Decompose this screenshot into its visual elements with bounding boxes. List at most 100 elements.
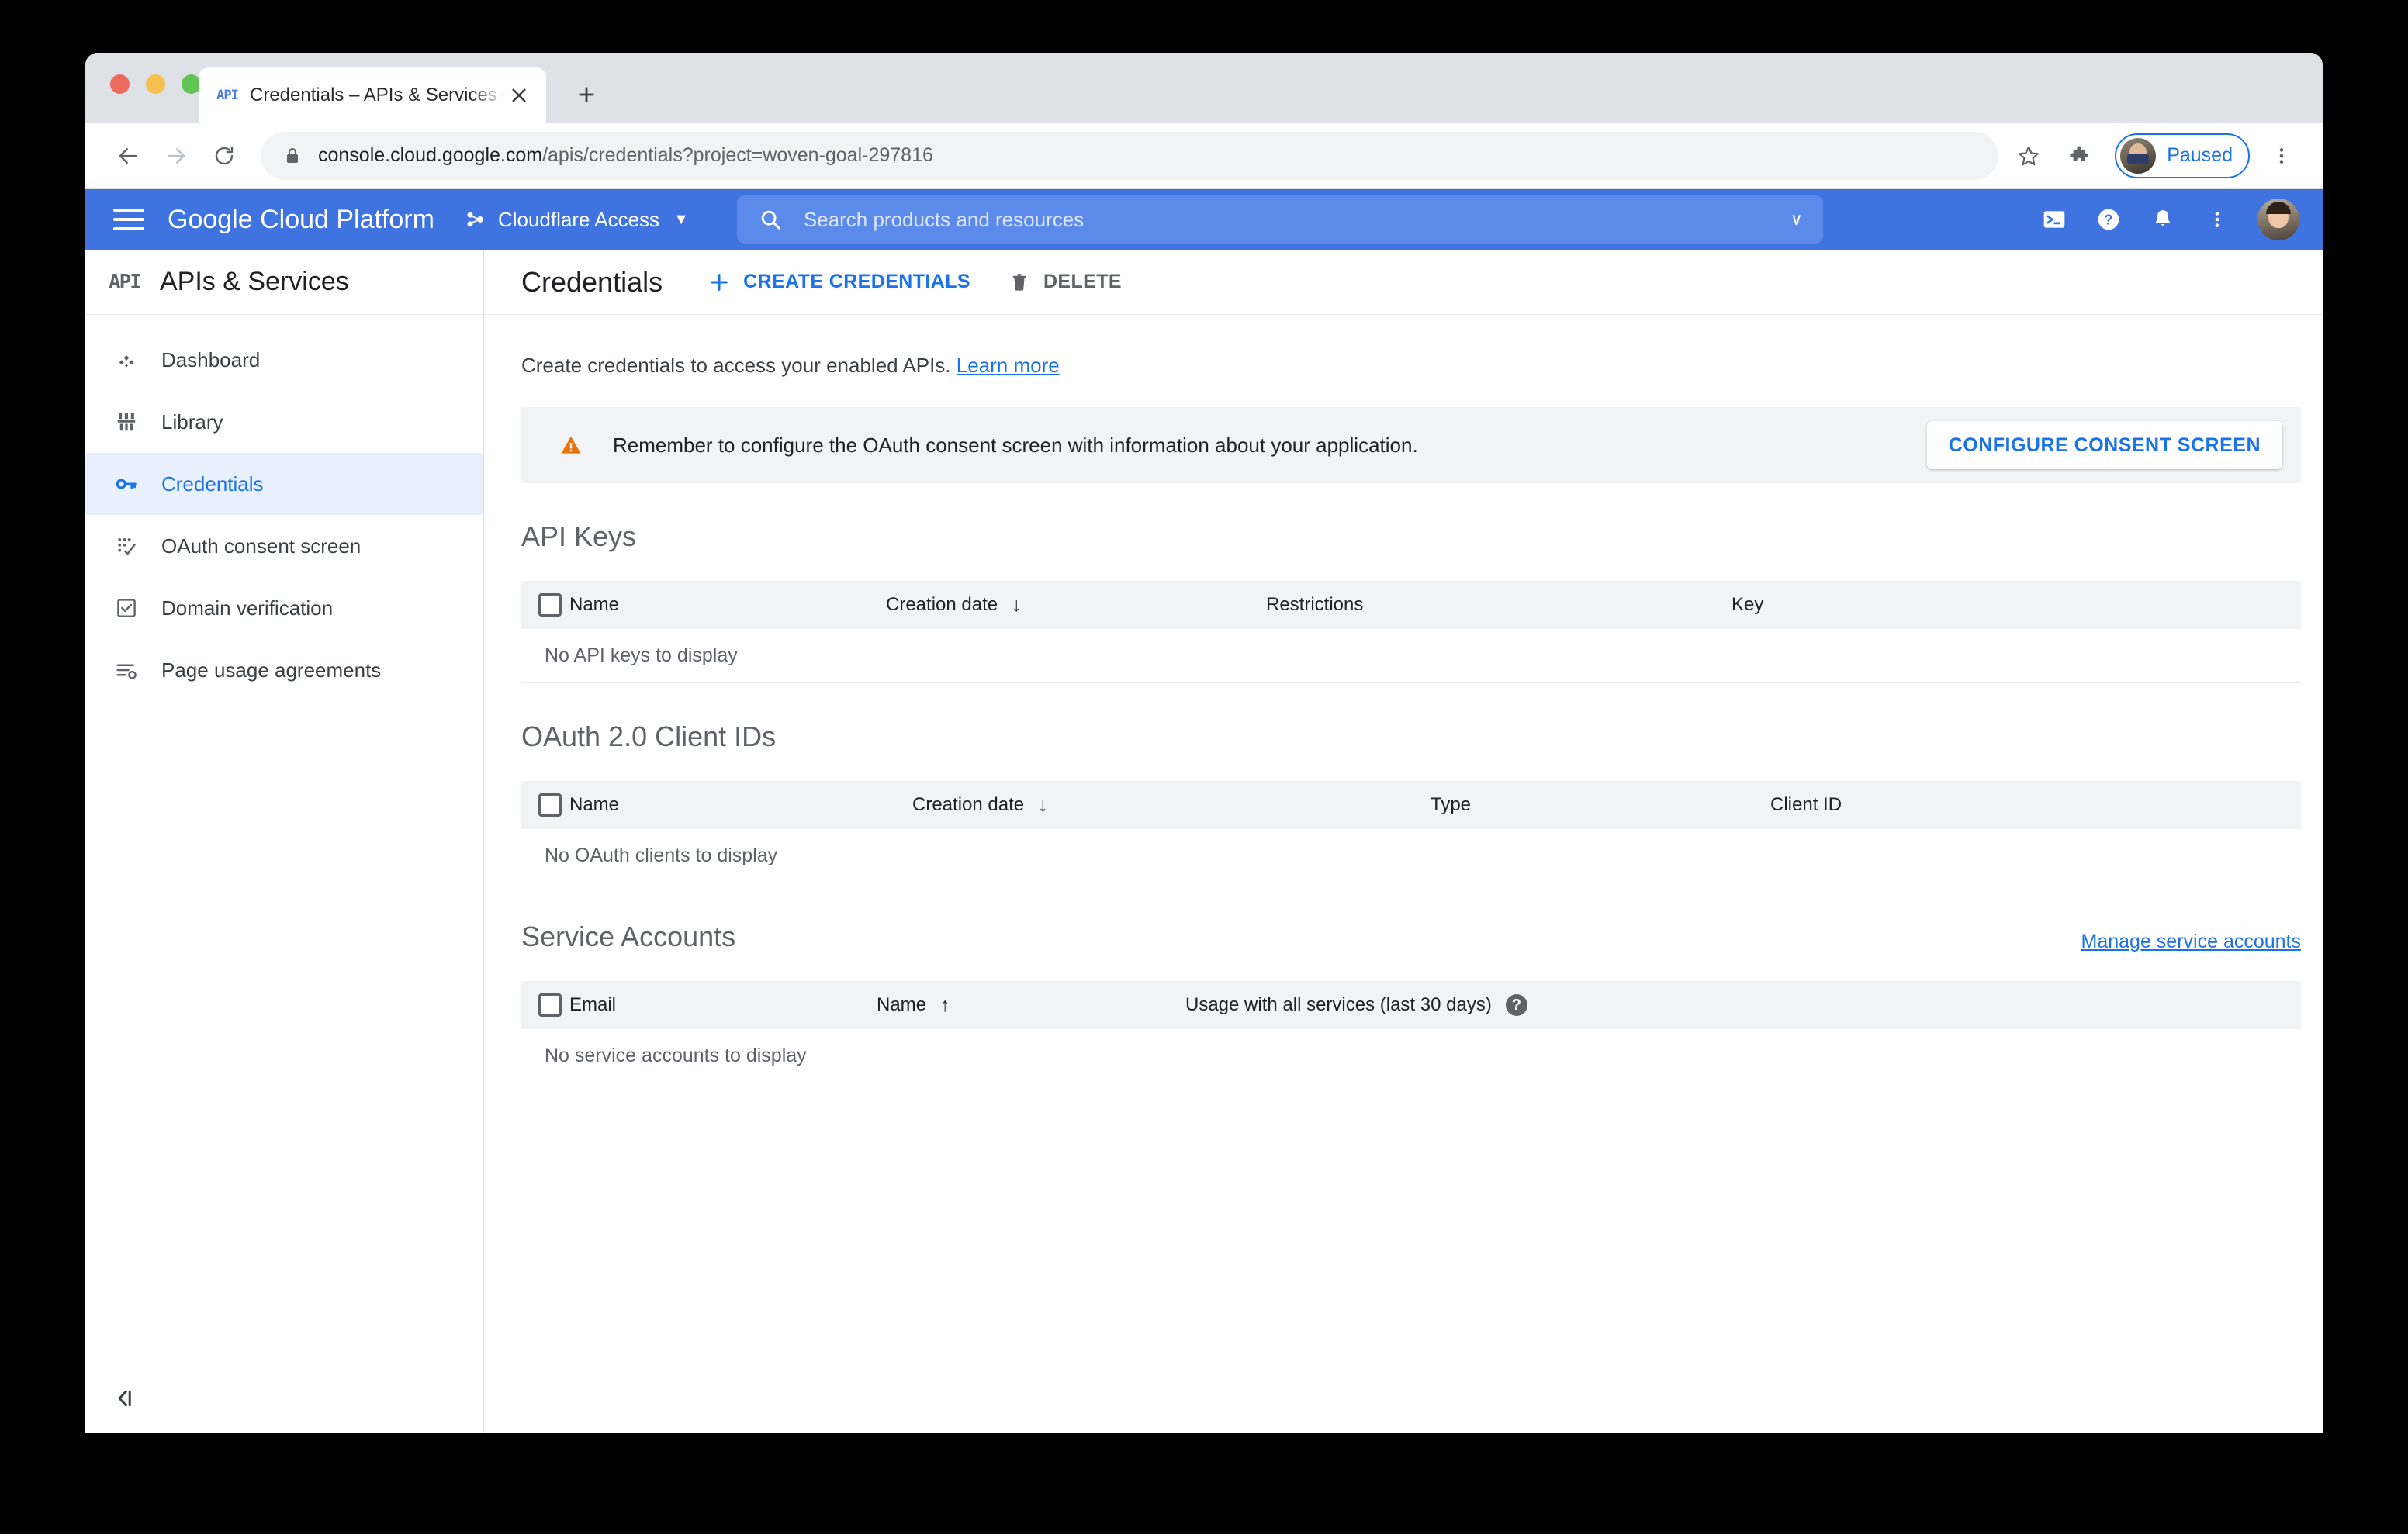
- sort-arrow-up-icon: ↑: [940, 993, 950, 1016]
- delete-button[interactable]: DELETE: [1006, 269, 1122, 295]
- sidebar-item-credentials[interactable]: Credentials: [85, 453, 483, 515]
- dashboard-icon: [109, 348, 144, 371]
- column-header-creation-date[interactable]: Creation date ↓: [912, 794, 1431, 817]
- sidebar-item-label: Dashboard: [161, 347, 261, 371]
- select-all-checkbox[interactable]: [521, 593, 569, 617]
- address-bar[interactable]: console.cloud.google.com/apis/credential…: [261, 131, 1999, 180]
- avatar: [2120, 137, 2157, 174]
- intro-text: Create credentials to access your enable…: [521, 354, 2285, 378]
- gcp-header: Google Cloud Platform Cloudflare Access …: [85, 189, 2323, 250]
- sidebar-item-page-usage-agreements[interactable]: Page usage agreements: [85, 639, 483, 701]
- key-icon: [109, 472, 144, 496]
- sidebar-nav: Dashboard Library Credentials OAuth cons…: [85, 315, 483, 701]
- service-accounts-table: Email Name ↑ Usage with all services (la…: [521, 981, 2301, 1083]
- project-selector[interactable]: Cloudflare Access ▼: [464, 208, 689, 232]
- sidebar-item-library[interactable]: Library: [85, 391, 483, 453]
- select-all-checkbox[interactable]: [521, 993, 569, 1017]
- gcp-brand-title[interactable]: Google Cloud Platform: [168, 205, 434, 235]
- sort-arrow-down-icon: ↓: [1012, 593, 1022, 616]
- oauth-consent-icon: [109, 534, 144, 558]
- new-tab-button[interactable]: [566, 74, 607, 115]
- column-header-type[interactable]: Type: [1431, 794, 1770, 816]
- svg-text:?: ?: [2104, 212, 2112, 228]
- sidebar: API APIs & Services Dashboard Library Cr…: [85, 250, 484, 1433]
- profile-status-label: Paused: [2167, 144, 2233, 166]
- consent-screen-banner: Remember to configure the OAuth consent …: [521, 407, 2301, 483]
- search-placeholder: Search products and resources: [803, 207, 1085, 231]
- column-header-name[interactable]: Name: [569, 794, 912, 816]
- page-body: API APIs & Services Dashboard Library Cr…: [85, 250, 2323, 1433]
- close-window-button[interactable]: [110, 74, 130, 94]
- gcp-header-actions: ?: [2033, 198, 2299, 241]
- sidebar-item-label: Library: [161, 409, 223, 434]
- help-circle-icon[interactable]: ?: [1505, 994, 1527, 1016]
- sidebar-collapse-button[interactable]: [85, 1363, 483, 1433]
- chevron-down-icon: ▼: [673, 210, 689, 228]
- empty-state-row: No API keys to display: [521, 629, 2301, 683]
- reload-icon[interactable]: [200, 132, 248, 180]
- column-header-email[interactable]: Email: [569, 994, 877, 1016]
- configure-consent-screen-button[interactable]: CONFIGURE CONSENT SCREEN: [1926, 421, 2282, 469]
- browser-tab[interactable]: API Credentials – APIs & Services –: [199, 67, 546, 123]
- page-header: Credentials CREATE CREDENTIALS DELETE: [484, 250, 2323, 315]
- section-title: Service Accounts: [521, 921, 736, 952]
- profile-pill[interactable]: Paused: [2115, 133, 2250, 178]
- banner-message: Remember to configure the OAuth consent …: [613, 433, 1418, 457]
- tab-title: Credentials – APIs & Services –: [250, 84, 506, 105]
- section-service-accounts: Service Accounts Manage service accounts…: [521, 921, 2301, 1083]
- forward-arrow-icon[interactable]: [152, 132, 200, 180]
- main-body: Create credentials to access your enable…: [484, 354, 2323, 1083]
- search-expand-chevron-icon[interactable]: ∨: [1790, 209, 1803, 230]
- hamburger-menu-icon[interactable]: [107, 198, 150, 241]
- three-dot-menu-icon[interactable]: [2258, 132, 2306, 180]
- section-header: OAuth 2.0 Client IDs: [521, 720, 2301, 753]
- main-content: Credentials CREATE CREDENTIALS DELETE Cr…: [484, 250, 2323, 1433]
- window-traffic-lights: [110, 74, 201, 94]
- close-tab-icon[interactable]: [506, 82, 532, 109]
- star-icon[interactable]: [2005, 132, 2053, 180]
- plus-icon: [706, 269, 732, 295]
- cloud-shell-terminal-icon[interactable]: [2033, 198, 2076, 241]
- help-circle-icon[interactable]: ?: [2087, 198, 2130, 241]
- search-icon: [757, 206, 784, 233]
- back-arrow-icon[interactable]: [104, 132, 152, 180]
- column-header-name[interactable]: Name: [569, 594, 886, 616]
- section-api-keys: API Keys Name Creation date ↓ Restrictio…: [521, 520, 2301, 683]
- column-header-restrictions[interactable]: Restrictions: [1266, 594, 1732, 616]
- oauth-client-ids-table: Name Creation date ↓ Type Client ID No O…: [521, 781, 2301, 883]
- sidebar-header: API APIs & Services: [85, 250, 483, 315]
- column-header-usage[interactable]: Usage with all services (last 30 days) ?: [1185, 994, 1527, 1016]
- search-input[interactable]: Search products and resources ∨: [736, 195, 1823, 244]
- column-header-client-id[interactable]: Client ID: [1770, 794, 1842, 816]
- api-keys-table: Name Creation date ↓ Restrictions Key No…: [521, 581, 2301, 683]
- minimize-window-button[interactable]: [146, 74, 165, 94]
- intro-sentence: Create credentials to access your enable…: [521, 354, 951, 377]
- section-header: Service Accounts Manage service accounts: [521, 921, 2301, 953]
- delete-label: DELETE: [1043, 271, 1122, 292]
- empty-state-row: No service accounts to display: [521, 1029, 2301, 1083]
- sidebar-item-label: Domain verification: [161, 596, 334, 620]
- account-avatar[interactable]: [2258, 199, 2299, 240]
- column-header-creation-date[interactable]: Creation date ↓: [886, 594, 1266, 617]
- create-credentials-button[interactable]: CREATE CREDENTIALS: [706, 269, 970, 295]
- table-header-row: Name Creation date ↓ Type Client ID: [521, 781, 2301, 829]
- select-all-checkbox[interactable]: [521, 793, 569, 817]
- sidebar-item-domain-verification[interactable]: Domain verification: [85, 577, 483, 639]
- table-header-row: Name Creation date ↓ Restrictions Key: [521, 581, 2301, 629]
- column-header-name[interactable]: Name ↑: [877, 994, 1185, 1017]
- sidebar-item-dashboard[interactable]: Dashboard: [85, 329, 483, 391]
- tab-strip: API Credentials – APIs & Services –: [85, 53, 2323, 123]
- library-icon: [109, 410, 144, 434]
- puzzle-piece-icon[interactable]: [2056, 132, 2104, 180]
- sidebar-item-label: Credentials: [161, 472, 264, 496]
- url-path: /apis/credentials?project=woven-goal-297…: [542, 144, 933, 166]
- three-dot-menu-icon[interactable]: [2195, 198, 2239, 241]
- address-bar-url: console.cloud.google.com/apis/credential…: [318, 144, 933, 167]
- section-oauth-client-ids: OAuth 2.0 Client IDs Name Creation date …: [521, 720, 2301, 883]
- manage-service-accounts-link[interactable]: Manage service accounts: [2081, 931, 2301, 953]
- bell-icon[interactable]: [2141, 198, 2185, 241]
- sidebar-item-oauth-consent-screen[interactable]: OAuth consent screen: [85, 515, 483, 577]
- section-header: API Keys: [521, 520, 2301, 553]
- learn-more-link[interactable]: Learn more: [957, 354, 1060, 377]
- column-header-key[interactable]: Key: [1732, 594, 1763, 616]
